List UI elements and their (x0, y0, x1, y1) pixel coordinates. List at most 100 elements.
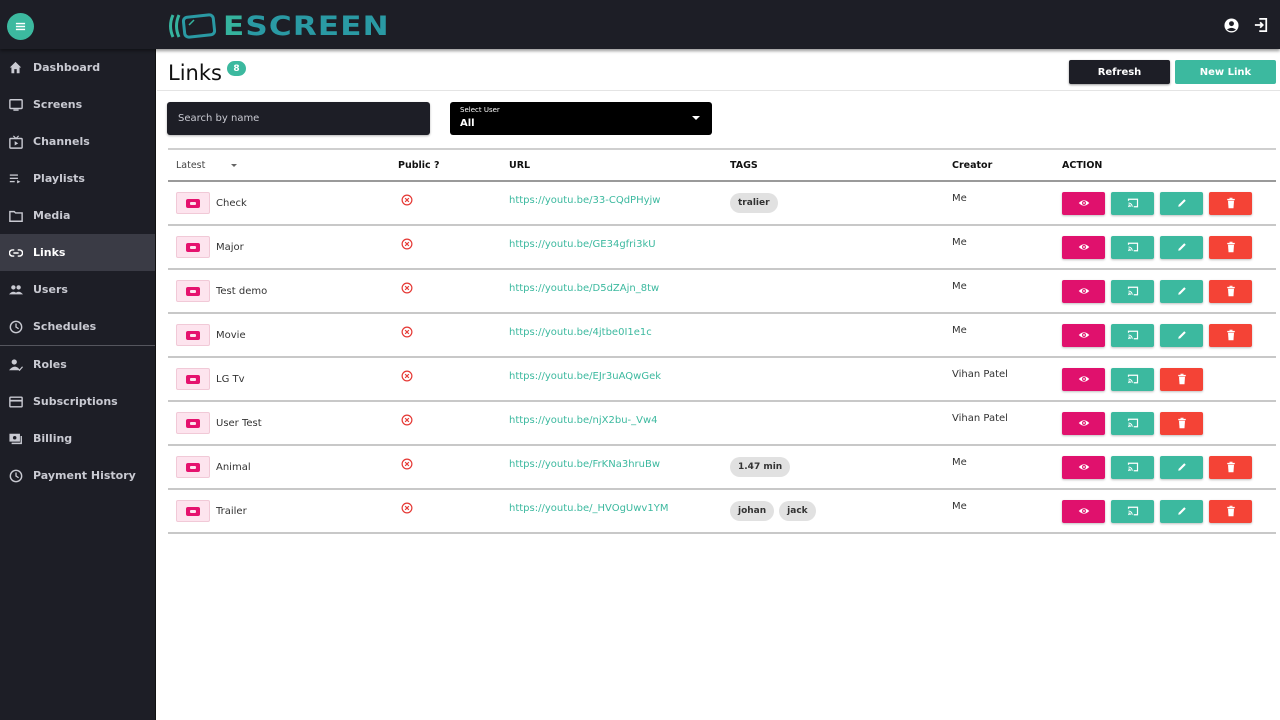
table-header-row: Latest Public ? URL TAGS Creator ACTION (168, 148, 1276, 182)
table-row: User Test https://youtu.be/njX2bu-_Vw4 V… (168, 401, 1276, 446)
delete-button[interactable] (1209, 235, 1252, 259)
link-url[interactable]: https://youtu.be/4jtbe0I1e1c (509, 327, 652, 338)
delete-button[interactable] (1160, 411, 1203, 435)
table-row: Major https://youtu.be/GE34gfri3kU Me (168, 225, 1276, 270)
tags-cell (730, 313, 952, 358)
clock-icon (9, 320, 22, 333)
sidebar-item-playlists[interactable]: Playlists (0, 160, 155, 197)
creator-name: Me (952, 324, 967, 336)
menu-button[interactable] (7, 13, 34, 40)
user-select[interactable]: Select User All (450, 102, 712, 135)
row-actions (1062, 323, 1276, 347)
delete-button[interactable] (1209, 499, 1252, 523)
sidebar-item-dashboard[interactable]: Dashboard (0, 49, 155, 86)
link-url[interactable]: https://youtu.be/GE34gfri3kU (509, 239, 656, 250)
top-bar: ESCREEN (0, 0, 1280, 49)
cast-icon (1127, 462, 1138, 472)
link-url[interactable]: https://youtu.be/njX2bu-_Vw4 (509, 415, 658, 426)
edit-button[interactable] (1160, 455, 1203, 479)
view-button[interactable] (1062, 499, 1105, 523)
link-name: Trailer (216, 505, 247, 517)
card-icon (8, 395, 23, 408)
view-button[interactable] (1062, 367, 1105, 391)
delete-button[interactable] (1209, 191, 1252, 215)
delete-button[interactable] (1209, 279, 1252, 303)
trash-icon (1177, 373, 1186, 385)
sidebar-item-schedules[interactable]: Schedules (0, 308, 155, 345)
trash-icon (1226, 197, 1235, 209)
sidebar-item-screens[interactable]: Screens (0, 86, 155, 123)
view-button[interactable] (1062, 411, 1105, 435)
delete-button[interactable] (1209, 323, 1252, 347)
cast-button[interactable] (1111, 367, 1154, 391)
pencil-icon (1177, 287, 1186, 295)
cast-button[interactable] (1111, 235, 1154, 259)
cast-button[interactable] (1111, 279, 1154, 303)
link-url[interactable]: https://youtu.be/EJr3uAQwGek (509, 371, 661, 382)
video-camera-icon (186, 286, 200, 296)
video-thumbnail (176, 368, 210, 390)
search-input[interactable] (167, 102, 430, 135)
link-url[interactable]: https://youtu.be/D5dZAjn_8tw (509, 283, 659, 294)
public-status (398, 313, 509, 358)
header-public: Public ? (398, 148, 509, 182)
row-actions (1062, 235, 1276, 259)
cast-icon (1127, 506, 1138, 516)
row-actions (1062, 411, 1276, 435)
view-button[interactable] (1062, 279, 1105, 303)
edit-button[interactable] (1160, 499, 1203, 523)
sidebar-item-subscriptions[interactable]: Subscriptions (0, 383, 155, 420)
sidebar-item-links[interactable]: Links (0, 234, 155, 271)
edit-button[interactable] (1160, 235, 1203, 259)
main-content: Links 8 Refresh New Link Select User All… (157, 49, 1280, 720)
pencil-icon (1177, 243, 1186, 251)
cast-button[interactable] (1111, 191, 1154, 215)
edit-button[interactable] (1160, 191, 1203, 215)
link-url[interactable]: https://youtu.be/33-CQdPHyjw (509, 195, 660, 206)
sidebar-item-payment-history[interactable]: Payment History (0, 457, 155, 494)
table-row: Animal https://youtu.be/FrKNa3hruBw 1.47… (168, 445, 1276, 490)
close-circle-icon (401, 194, 413, 205)
view-button[interactable] (1062, 455, 1105, 479)
close-circle-icon (401, 326, 413, 337)
account-button[interactable] (1222, 16, 1240, 34)
row-actions (1062, 499, 1276, 523)
view-button[interactable] (1062, 323, 1105, 347)
refresh-button[interactable]: Refresh (1069, 60, 1170, 84)
trash-icon (1226, 329, 1235, 341)
eye-icon (1078, 376, 1089, 382)
logout-button[interactable] (1252, 16, 1270, 34)
view-button[interactable] (1062, 191, 1105, 215)
public-status (398, 269, 509, 314)
edit-button[interactable] (1160, 279, 1203, 303)
tv-play-icon (8, 134, 23, 149)
chevron-down-icon (692, 116, 700, 120)
video-thumbnail (176, 192, 210, 214)
sidebar-item-channels[interactable]: Channels (0, 123, 155, 160)
eye-icon (1078, 332, 1089, 338)
public-status (398, 225, 509, 270)
cast-button[interactable] (1111, 455, 1154, 479)
logo-text: ESCREEN (223, 10, 390, 42)
cast-button[interactable] (1111, 323, 1154, 347)
sidebar-item-media[interactable]: Media (0, 197, 155, 234)
eye-icon (1078, 288, 1089, 294)
cast-button[interactable] (1111, 411, 1154, 435)
pencil-icon (1177, 199, 1186, 207)
tags-cell (730, 225, 952, 270)
view-button[interactable] (1062, 235, 1105, 259)
cast-button[interactable] (1111, 499, 1154, 523)
sort-dropdown[interactable]: Latest (168, 148, 398, 182)
sidebar-item-users[interactable]: Users (0, 271, 155, 308)
edit-button[interactable] (1160, 323, 1203, 347)
new-link-button[interactable]: New Link (1175, 60, 1276, 84)
sidebar-item-billing[interactable]: Billing (0, 420, 155, 457)
user-select-value: All (460, 118, 475, 129)
delete-button[interactable] (1160, 367, 1203, 391)
tag-chip: johan (730, 501, 775, 521)
sidebar-item-roles[interactable]: Roles (0, 346, 155, 383)
link-url[interactable]: https://youtu.be/_HVOgUwv1YM (509, 503, 668, 514)
delete-button[interactable] (1209, 455, 1252, 479)
video-camera-icon (186, 462, 200, 472)
link-url[interactable]: https://youtu.be/FrKNa3hruBw (509, 459, 660, 470)
